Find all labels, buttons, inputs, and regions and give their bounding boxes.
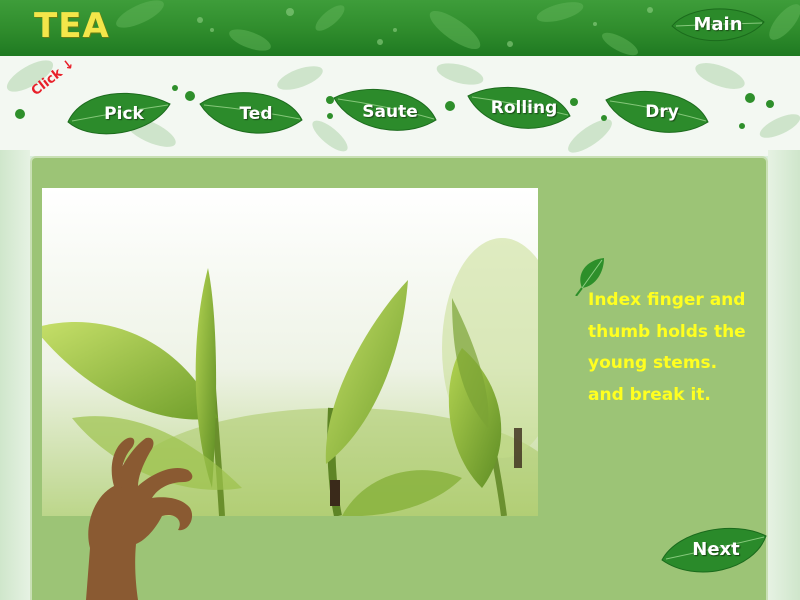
tab-pick-label: Pick (104, 104, 144, 124)
hand-icon (86, 437, 193, 600)
tab-pick[interactable]: Pick (64, 82, 174, 142)
tab-dry[interactable]: Dry (602, 82, 712, 142)
main-button[interactable]: Main (668, 4, 768, 48)
tab-saute-label: Saute (362, 102, 418, 122)
instruction-line: young stems. (588, 353, 718, 373)
app-title: TEA (34, 6, 110, 46)
instruction-line: thumb holds the (588, 321, 746, 342)
tab-rolling-label: Rolling (490, 98, 558, 118)
main-button-label: Main (693, 14, 743, 35)
next-button-label: Next (692, 539, 740, 560)
tab-ted[interactable]: Ted (196, 82, 306, 142)
header-bar: TEA Main (0, 0, 800, 56)
tab-rolling[interactable]: Rolling (464, 80, 574, 140)
tab-saute[interactable]: Saute (330, 80, 440, 140)
right-border-decoration (768, 150, 800, 600)
instruction-line: Index finger and (588, 290, 746, 310)
tab-dry-label: Dry (645, 102, 679, 122)
left-border-decoration (0, 150, 30, 600)
tab-ted-label: Ted (239, 104, 273, 124)
next-button[interactable]: Next (658, 522, 770, 580)
instruction-line: and break it. (588, 384, 711, 405)
instruction-text: Index finger and thumb holds the young s… (588, 285, 768, 411)
